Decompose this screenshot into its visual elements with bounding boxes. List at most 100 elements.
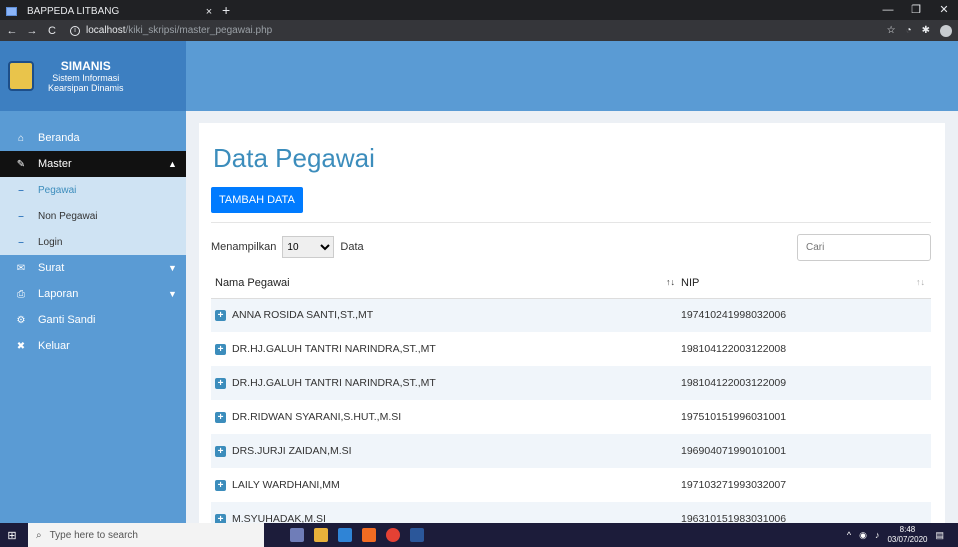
- employee-nip: 197103271993032007: [681, 479, 787, 491]
- table-row[interactable]: + DR.HJ.GALUH TANTRI NARINDRA,ST.,MT 1981…: [211, 332, 931, 366]
- task-view-icon[interactable]: [290, 528, 304, 542]
- url-field[interactable]: i localhost /kiki_skripsi/master_pegawai…: [70, 25, 272, 36]
- word-icon[interactable]: [410, 528, 424, 542]
- forward-button[interactable]: →: [24, 25, 40, 37]
- employee-nip: 196904071990101001: [681, 434, 931, 468]
- clock[interactable]: 8:48 03/07/2020: [887, 525, 927, 545]
- employee-table: Nama Pegawai ↑↓ NIP ↑↓ + ANNA ROSIDA SANT…: [211, 268, 931, 523]
- browser-tab[interactable]: BAPPEDA LITBANG ×: [6, 3, 216, 20]
- sidebar-item-label: Surat: [38, 262, 65, 274]
- xampp-icon[interactable]: [362, 528, 376, 542]
- employee-name: DRS.JURJI ZAIDAN,M.SI: [232, 445, 352, 457]
- back-button[interactable]: ←: [4, 25, 20, 37]
- table-row[interactable]: + DRS.JURJI ZAIDAN,M.SI 19690407199010100…: [211, 434, 931, 468]
- brand-logo: [8, 61, 34, 91]
- page-length-select[interactable]: 10: [282, 236, 335, 258]
- profile-avatar[interactable]: [940, 24, 952, 37]
- taskbar-search-box[interactable]: ⌕ Type here to search: [28, 523, 264, 547]
- sidebar-item-label: Login: [38, 236, 63, 248]
- clock-date: 03/07/2020: [887, 535, 928, 544]
- dash-icon: –: [18, 210, 24, 222]
- maximize-button[interactable]: ❐: [902, 0, 930, 20]
- employee-nip: 197510151996031001: [681, 411, 787, 423]
- sidebar-item-laporan[interactable]: ⎙ Laporan ▼: [0, 281, 186, 307]
- sort-icon[interactable]: ↑↓: [916, 277, 925, 287]
- extensions-puzzle-icon[interactable]: ✱: [922, 25, 930, 36]
- reload-button[interactable]: C: [44, 25, 60, 37]
- pencil-icon: ✎: [16, 158, 26, 170]
- mail-icon[interactable]: [338, 528, 352, 542]
- column-header-label: Nama Pegawai: [215, 276, 290, 289]
- employee-nip: 198104122003122009: [681, 366, 931, 400]
- url-path: /kiki_skripsi/master_pegawai.php: [125, 25, 273, 36]
- sidebar-item-label: Master: [38, 158, 72, 170]
- address-bar: ← → C i localhost /kiki_skripsi/master_p…: [0, 20, 958, 41]
- expand-row-icon[interactable]: +: [215, 343, 226, 355]
- column-header-nip[interactable]: NIP ↑↓: [681, 268, 931, 299]
- printer-icon: ⎙: [17, 288, 25, 300]
- sort-icon[interactable]: ↑↓: [666, 277, 675, 287]
- add-data-button[interactable]: TAMBAH DATA: [211, 187, 303, 213]
- sidebar-item-label: Pegawai: [38, 184, 77, 196]
- sidebar: SIMANIS Sistem Informasi Kearsipan Dinam…: [0, 41, 186, 523]
- home-icon: ⌂: [17, 132, 25, 144]
- clock-time: 8:48: [899, 525, 916, 534]
- expand-row-icon[interactable]: +: [215, 445, 226, 457]
- search-icon: ⌕: [36, 529, 42, 541]
- sidebar-subitem-pegawai[interactable]: – Pegawai: [0, 177, 186, 203]
- browser-tab-bar: BAPPEDA LITBANG × + — ❐ ✕: [0, 0, 958, 20]
- length-prefix: Menampilkan: [211, 241, 277, 253]
- employee-name: ANNA ROSIDA SANTI,ST.,MT: [232, 309, 374, 322]
- employee-name: LAILY WARDHANI,MM: [232, 479, 340, 491]
- sidebar-subitem-non-pegawai[interactable]: – Non Pegawai: [0, 203, 186, 229]
- expand-row-icon[interactable]: +: [215, 377, 226, 389]
- url-host: localhost: [86, 25, 126, 36]
- brand-subtitle-2: Kearsipan Dinamis: [48, 82, 124, 93]
- info-icon[interactable]: i: [70, 25, 80, 36]
- chrome-icon[interactable]: [386, 528, 400, 542]
- notification-icon[interactable]: ▤: [935, 530, 944, 541]
- main-card: Data Pegawai TAMBAH DATA Menampilkan 10 …: [199, 123, 945, 523]
- sidebar-item-label: Laporan: [38, 288, 79, 300]
- sidebar-item-surat[interactable]: ✉ Surat ▼: [0, 255, 186, 281]
- expand-row-icon[interactable]: +: [215, 411, 226, 423]
- sidebar-item-beranda[interactable]: ⌂ Beranda: [0, 125, 186, 151]
- expand-row-icon[interactable]: +: [215, 479, 226, 491]
- close-icon: ✖: [16, 340, 26, 352]
- minimize-button[interactable]: —: [874, 0, 902, 20]
- sidebar-item-keluar[interactable]: ✖ Keluar: [0, 333, 186, 359]
- envelope-icon: ✉: [16, 262, 26, 274]
- table-row[interactable]: + DR.RIDWAN SYARANI,S.HUT.,M.SI 197510151…: [211, 400, 931, 434]
- page-title: Data Pegawai: [213, 143, 375, 173]
- table-row[interactable]: + ANNA ROSIDA SANTI,ST.,MT 19741024199803…: [211, 298, 931, 332]
- sidebar-item-label: Ganti Sandi: [38, 314, 96, 326]
- brand-name: SIMANIS: [60, 58, 111, 73]
- tray-chevron-icon[interactable]: ^: [847, 530, 851, 540]
- file-explorer-icon[interactable]: [314, 528, 328, 542]
- sidebar-item-ganti-sandi[interactable]: ⚙ Ganti Sandi: [0, 307, 186, 333]
- dash-icon: –: [18, 236, 24, 248]
- table-row[interactable]: + DR.HJ.GALUH TANTRI NARINDRA,ST.,MT 1981…: [211, 366, 931, 400]
- column-header-nama[interactable]: Nama Pegawai ↑↓: [211, 268, 681, 299]
- bookmark-star-icon[interactable]: ☆: [887, 25, 896, 36]
- employee-nip: 198104122003122008: [681, 343, 787, 355]
- chevron-down-icon: ▼: [168, 263, 177, 273]
- sidebar-menu: ⌂ Beranda ✎ Master ▲ – Pegawai – Non Peg…: [0, 125, 186, 359]
- windows-start-icon[interactable]: ⊞: [0, 529, 24, 542]
- extension-icon[interactable]: ◔: [906, 25, 912, 36]
- table-row[interactable]: + M.SYUHADAK,M.SI 196310151983031006: [211, 502, 931, 523]
- sidebar-subitem-login[interactable]: – Login: [0, 229, 186, 255]
- search-input[interactable]: [797, 234, 931, 261]
- employee-name: M.SYUHADAK,M.SI: [232, 513, 326, 523]
- new-tab-button[interactable]: +: [222, 2, 230, 18]
- tab-close-icon[interactable]: ×: [202, 6, 216, 18]
- volume-icon[interactable]: ♪: [875, 530, 880, 540]
- sidebar-item-master[interactable]: ✎ Master ▲: [0, 151, 186, 177]
- expand-row-icon[interactable]: +: [215, 309, 226, 321]
- table-row[interactable]: + LAILY WARDHANI,MM 197103271993032007: [211, 468, 931, 502]
- network-icon[interactable]: ◉: [859, 530, 867, 541]
- expand-row-icon[interactable]: +: [215, 513, 226, 523]
- brand[interactable]: SIMANIS Sistem Informasi Kearsipan Dinam…: [0, 41, 186, 111]
- system-tray: ^ ◉ ♪ 8:48 03/07/2020 ▤: [847, 523, 944, 547]
- close-window-button[interactable]: ✕: [930, 0, 958, 20]
